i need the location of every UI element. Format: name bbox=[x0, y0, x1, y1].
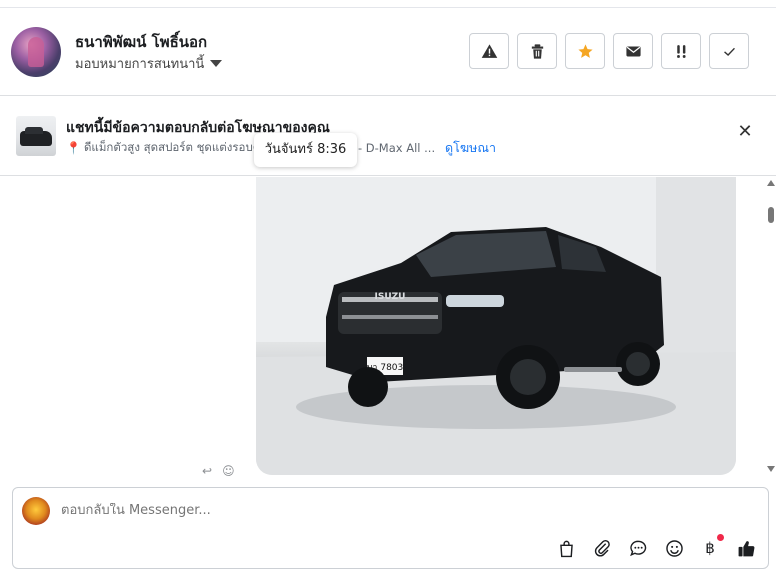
header-actions bbox=[469, 33, 749, 69]
saved-replies-button[interactable] bbox=[556, 538, 576, 558]
scrollbar[interactable] bbox=[766, 177, 776, 475]
close-icon[interactable]: ✕ bbox=[734, 121, 756, 143]
view-ad-link[interactable]: ดูโฆษณา bbox=[445, 138, 496, 158]
top-divider bbox=[0, 0, 776, 8]
composer-tools: ฿ bbox=[556, 534, 756, 558]
check-icon bbox=[723, 47, 735, 56]
trash-icon bbox=[531, 43, 543, 59]
react-icon[interactable]: ☺ bbox=[222, 464, 235, 478]
conversation-header: ธนาพิพัฒน์ โพธิ์นอก มอบหมายการสนทนานี้ bbox=[0, 9, 776, 96]
emoji-button[interactable] bbox=[664, 538, 684, 558]
mark-unread-button[interactable] bbox=[613, 33, 653, 69]
bag-icon bbox=[559, 540, 573, 557]
brand-logo: ISUZU bbox=[375, 292, 406, 302]
chat-button[interactable] bbox=[628, 538, 648, 558]
reply-icon[interactable]: ↩ bbox=[202, 464, 212, 478]
ad-subtitle: 📍 ดีแม็กตัวสูง สุดสปอร์ต ชุดแต่งรอบคั / … bbox=[66, 139, 435, 157]
scrollbar-thumb[interactable] bbox=[768, 207, 774, 223]
delete-button[interactable] bbox=[517, 33, 557, 69]
pickup-truck-image: บา 7803 ISUZU bbox=[256, 177, 736, 475]
message-photo[interactable]: บา 7803 ISUZU bbox=[256, 177, 736, 475]
ad-subtitle-suffix: / - D-Max All ... bbox=[350, 141, 436, 155]
assign-dropdown[interactable]: มอบหมายการสนทนานี้ bbox=[75, 53, 223, 74]
star-button[interactable] bbox=[565, 33, 605, 69]
like-icon bbox=[738, 540, 754, 556]
baht-icon: ฿ bbox=[705, 539, 715, 557]
star-icon bbox=[577, 43, 593, 58]
mark-important-button[interactable] bbox=[661, 33, 701, 69]
emoji-icon bbox=[665, 539, 683, 557]
like-button[interactable] bbox=[736, 538, 756, 558]
caret-down-icon bbox=[210, 60, 223, 67]
ad-reply-banner: แชทนี้มีข้อความตอบกลับต่อโฆษณาของคุณ 📍 ด… bbox=[0, 96, 776, 176]
message-actions: ↩ ☺ bbox=[202, 464, 235, 478]
attach-icon bbox=[594, 539, 610, 557]
ad-thumbnail[interactable] bbox=[16, 116, 56, 156]
pin-icon: 📍 bbox=[66, 141, 81, 155]
contact-name[interactable]: ธนาพิพัฒน์ โพธิ์นอก bbox=[75, 30, 207, 54]
mark-spam-button[interactable] bbox=[469, 33, 509, 69]
attach-button[interactable] bbox=[592, 538, 612, 558]
ad-subtitle-prefix: ดีแม็กตัวสูง สุดสปอร์ต ชุดแต่งรอบคั bbox=[83, 140, 261, 154]
timestamp-tooltip: วันจันทร์ 8:36 bbox=[254, 133, 357, 167]
chat-bubble-icon bbox=[629, 540, 646, 556]
reply-composer: ฿ bbox=[12, 487, 769, 569]
page-avatar bbox=[22, 497, 50, 525]
payment-button[interactable]: ฿ bbox=[700, 534, 724, 558]
reply-input[interactable] bbox=[61, 503, 741, 518]
warning-icon bbox=[481, 43, 497, 58]
scroll-down-icon[interactable] bbox=[767, 466, 775, 472]
important-icon bbox=[676, 44, 686, 58]
assign-label: มอบหมายการสนทนานี้ bbox=[75, 57, 205, 72]
notification-dot bbox=[717, 534, 724, 541]
scroll-up-icon[interactable] bbox=[767, 180, 775, 186]
mark-done-button[interactable] bbox=[709, 33, 749, 69]
contact-avatar[interactable] bbox=[11, 27, 61, 77]
mail-icon bbox=[625, 46, 641, 56]
